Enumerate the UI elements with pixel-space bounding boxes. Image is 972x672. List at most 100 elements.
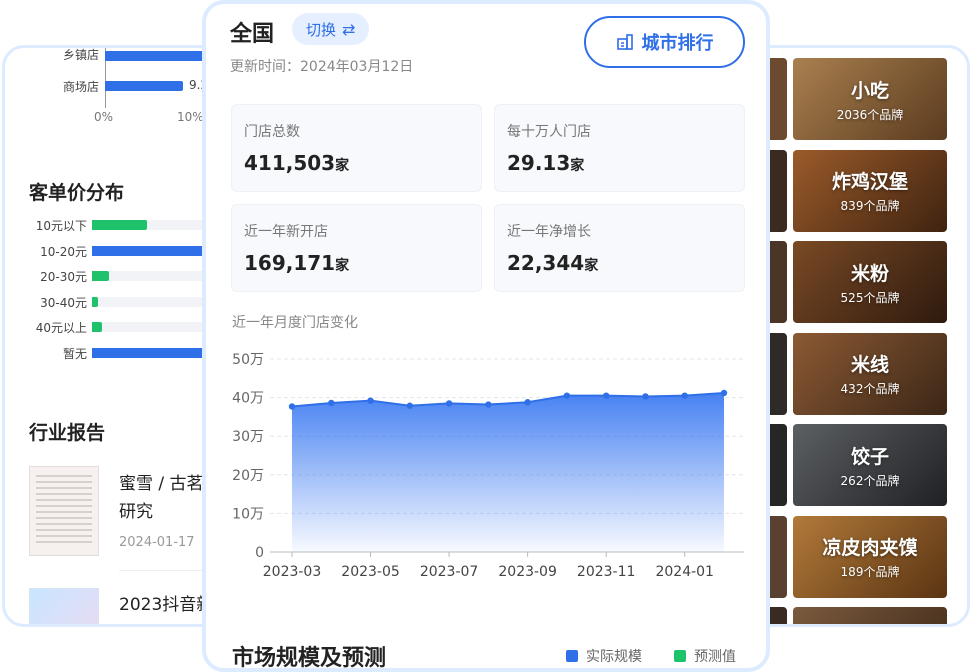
region-title: 全国 xyxy=(230,22,275,47)
price-row-label: 20-30元 xyxy=(40,270,87,284)
report-item[interactable]: 2023抖音新 xyxy=(5,586,231,624)
category-name: 米线 xyxy=(850,354,889,376)
price-distribution-title: 客单价分布 xyxy=(29,182,125,204)
category-name: 饺子 xyxy=(850,445,889,468)
area-fill xyxy=(292,392,724,552)
stat-stores-per-100k: 每十万人门店 29.13家 xyxy=(494,104,745,192)
store-type-label: 乡镇店 xyxy=(62,48,99,62)
legend-actual: 实际规模 xyxy=(566,646,642,666)
stat-value: 411,503家 xyxy=(244,151,350,175)
stat-total-stores: 门店总数 411,503家 xyxy=(231,104,482,192)
price-row: 20-30元 xyxy=(5,269,231,284)
price-row-bar xyxy=(92,296,98,307)
left-panel-card: 乡镇店 商场店 9.2 0% 10% 客单价分布 10元以下 10-20元 20-3… xyxy=(2,45,234,627)
price-row: 暂无 xyxy=(5,346,231,361)
legend-label: 实际规模 xyxy=(586,649,642,665)
price-row-label: 40元以上 xyxy=(35,321,87,335)
category-brand-count: 262个品牌 xyxy=(840,473,900,488)
x-tick-label: 2023-05 xyxy=(341,564,400,580)
category-name: 小吃 xyxy=(850,79,889,102)
category-tile[interactable]: 饺子 262个品牌 xyxy=(793,424,947,506)
data-point xyxy=(681,392,688,399)
category-brand-count: 432个品牌 xyxy=(840,382,900,396)
city-ranking-label: 城市排行 xyxy=(641,33,714,54)
price-row-label: 暂无 xyxy=(62,346,87,361)
market-size-title: 市场规模及预测 xyxy=(232,646,387,671)
data-point xyxy=(602,392,610,399)
y-tick-label: 40万 xyxy=(232,391,264,407)
update-time: 更新时间：2024年03月12日 xyxy=(230,59,414,75)
data-point xyxy=(367,397,374,404)
x-tick-label: 2023-07 xyxy=(420,564,479,580)
x-tick-label: 2023-11 xyxy=(577,564,636,580)
switch-label: 切换 xyxy=(306,20,337,39)
report-date: 2024-01-17 xyxy=(119,535,195,550)
price-row-bar xyxy=(92,220,148,230)
y-tick-label: 50万 xyxy=(232,352,264,368)
industry-report-title: 行业报告 xyxy=(29,422,106,444)
swap-arrows-icon: ⇄ xyxy=(342,19,356,39)
report-title: 2023抖音新 xyxy=(119,595,214,615)
monthly-store-chart: 0 10万 20万 30万 40万 50万 2023-03 2023-05 2023-07 202… xyxy=(232,352,744,580)
category-brand-count: 839个品牌 xyxy=(840,199,900,213)
data-point xyxy=(406,402,414,409)
category-tile[interactable]: 炸鸡汉堡 839个品牌 xyxy=(793,149,947,232)
data-point xyxy=(445,400,453,407)
legend-swatch xyxy=(674,650,686,662)
report-thumbnail xyxy=(29,588,99,624)
report-title-cont: 研究 xyxy=(119,502,153,522)
building-icon xyxy=(616,34,633,50)
store-type-label: 商场店 xyxy=(62,80,99,94)
stat-label: 近一年新开店 xyxy=(244,224,328,240)
main-dashboard-card: 全国 切换 ⇄ 更新时间：2024年03月12日 城市排行 门店总数 411,5… xyxy=(202,0,770,672)
data-point xyxy=(642,393,649,400)
legend-forecast: 预测值 xyxy=(674,646,736,666)
data-point xyxy=(524,399,531,406)
price-row: 40元以上 xyxy=(5,320,231,335)
stat-net-growth: 近一年净增长 22,344家 xyxy=(494,204,745,292)
report-item[interactable]: 蜜雪 / 古茗 研究 2024-01-17 xyxy=(5,463,231,563)
price-row-bar xyxy=(92,271,110,281)
store-type-chart: 乡镇店 商场店 9.2 0% 10% xyxy=(5,48,231,128)
price-row-bar xyxy=(92,245,206,256)
price-row-label: 30-40元 xyxy=(40,295,87,310)
data-point xyxy=(485,401,492,408)
category-tile[interactable]: 小吃 2036个品牌 xyxy=(793,58,947,140)
category-tile[interactable]: 凉皮肉夹馍 189个品牌 xyxy=(793,515,947,598)
category-name: 凉皮肉夹馍 xyxy=(822,537,918,559)
legend-label: 预测值 xyxy=(694,649,736,665)
x-tick-label: 2024-01 xyxy=(655,564,714,580)
category-tile[interactable]: 米线 432个品牌 xyxy=(793,332,947,415)
y-tick-label: 20万 xyxy=(232,468,264,484)
category-brand-count: 525个品牌 xyxy=(840,290,900,305)
category-tile-partial xyxy=(793,607,947,624)
stat-label: 近一年净增长 xyxy=(507,224,591,240)
stat-value: 169,171家 xyxy=(244,251,350,275)
stat-label: 门店总数 xyxy=(244,124,300,140)
price-row-bar xyxy=(92,322,103,332)
price-row: 30-40元 xyxy=(5,295,231,310)
price-row: 10元以下 xyxy=(5,218,231,233)
store-type-row: 商场店 9.2 xyxy=(5,78,231,94)
price-distribution-chart: 10元以下 10-20元 20-30元 30-40元 40元以上暂无 xyxy=(5,218,231,368)
category-panel-card: 小吃 2036个品牌 炸鸡汉堡 839个品牌米粉 525个品牌米线 432个品牌饺子 262… xyxy=(740,45,970,627)
category-tile[interactable]: 米粉 525个品牌 xyxy=(793,241,947,323)
axis-tick-label: 10% xyxy=(177,110,204,124)
stat-new-stores: 近一年新开店 169,171家 xyxy=(231,204,482,292)
y-tick-label: 30万 xyxy=(232,429,264,445)
switch-region-button[interactable]: 切换 ⇄ xyxy=(292,13,370,45)
y-tick-label: 0 xyxy=(255,545,264,561)
store-type-row: 乡镇店 xyxy=(5,48,231,64)
data-point xyxy=(288,403,296,410)
category-name: 米粉 xyxy=(850,262,889,285)
report-title: 蜜雪 / 古茗 xyxy=(119,474,204,494)
city-ranking-button[interactable]: 城市排行 xyxy=(584,16,745,68)
category-brand-count: 189个品牌 xyxy=(840,565,900,579)
stat-value: 22,344家 xyxy=(507,251,599,275)
report-thumbnail xyxy=(29,466,99,556)
x-tick-label: 2023-09 xyxy=(498,564,557,580)
data-point xyxy=(563,392,571,399)
price-row: 10-20元 xyxy=(5,244,231,259)
data-point xyxy=(720,389,728,397)
price-row-label: 10元以下 xyxy=(35,219,87,233)
